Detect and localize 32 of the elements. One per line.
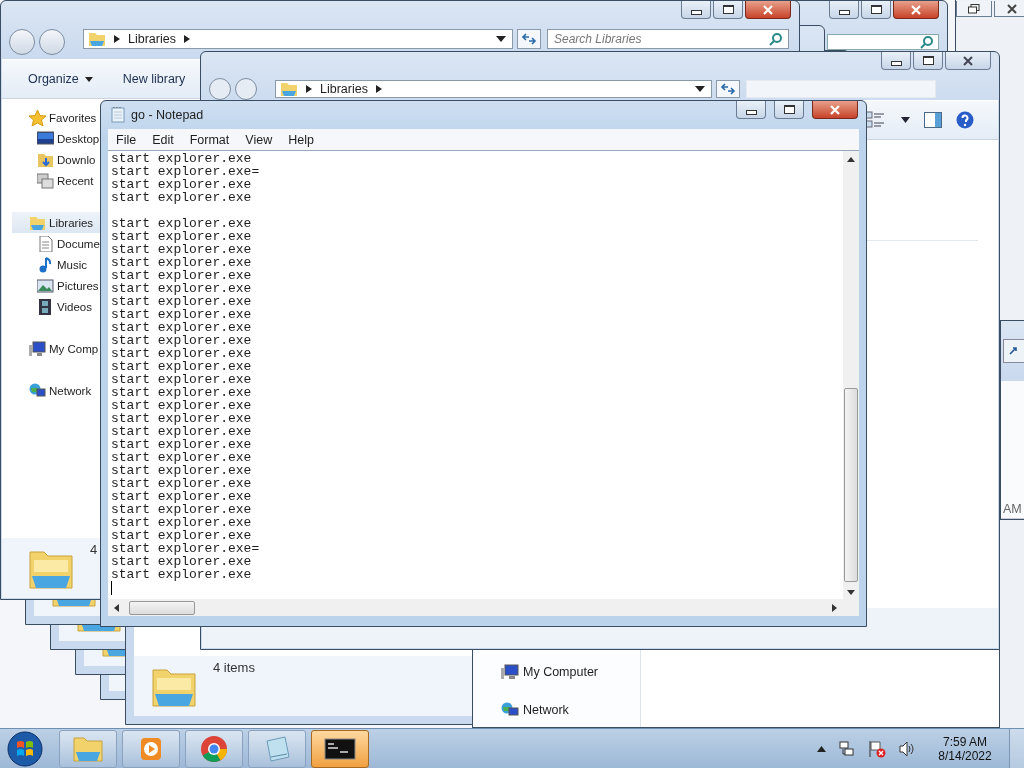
navigation-item[interactable]: Pictures <box>37 275 99 296</box>
navigation-item[interactable]: My Comp <box>29 338 99 359</box>
navigation-item[interactable]: Music <box>37 254 88 275</box>
breadcrumb[interactable]: Libraries <box>128 32 176 46</box>
clock-date: 8/14/2022 <box>938 748 992 763</box>
menu-item[interactable]: Edit <box>144 132 182 147</box>
navigation-item[interactable]: Docume <box>37 233 100 254</box>
navigation-item[interactable]: Desktop <box>37 128 100 149</box>
window-title: go - Notepad <box>131 108 204 122</box>
navigation-item[interactable]: Videos <box>37 296 92 317</box>
navigation-item[interactable]: My Computer <box>501 664 640 680</box>
navigation-item[interactable]: Favorites <box>29 107 97 128</box>
date-modified-text: AM <box>1003 502 1022 516</box>
menu-item[interactable]: Help <box>280 132 322 147</box>
address-bar[interactable]: Libraries <box>275 80 712 98</box>
navigation-item[interactable]: Recent <box>37 170 94 191</box>
menu-item[interactable]: File <box>108 132 145 147</box>
address-bar[interactable]: Libraries <box>83 29 513 49</box>
toolbar-button[interactable]: New library <box>122 72 186 86</box>
organize-menu[interactable]: Organize <box>28 72 93 86</box>
item-count: 4 <box>90 542 98 557</box>
navigation-item[interactable]: Downlo <box>37 149 96 170</box>
clock[interactable]: 7:59 AM 8/14/2022 <box>930 734 1000 763</box>
item-count: 4 items <box>213 660 255 675</box>
menu-item[interactable]: View <box>237 132 281 147</box>
navigation-item[interactable]: Libraries <box>12 212 100 233</box>
navigation-item[interactable]: Network <box>501 702 640 718</box>
breadcrumb[interactable]: Libraries <box>320 82 368 96</box>
menu-item[interactable]: Format <box>181 132 238 147</box>
clock-time: 7:59 AM <box>943 734 987 749</box>
search-field[interactable]: Search Libraries <box>547 29 789 49</box>
navigation-item[interactable]: Network <box>29 380 92 401</box>
